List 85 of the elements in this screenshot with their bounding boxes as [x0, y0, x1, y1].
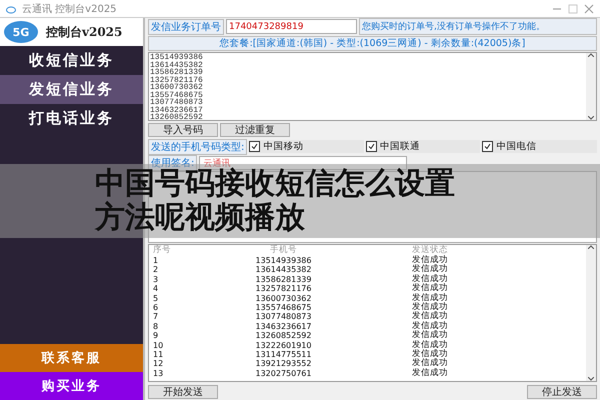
carrier-label-text: 中国联通 — [380, 140, 420, 153]
send-button[interactable]: 开始发送 — [148, 384, 218, 398]
send-button[interactable]: 停止发送 — [527, 384, 597, 398]
table-cell-text: 13614435382 — [254, 265, 312, 275]
carrier-label-text: 中国移动 — [263, 140, 304, 153]
scroll-up-icon[interactable] — [588, 53, 594, 57]
table-cell-text: 13514939386 — [254, 256, 312, 266]
table-cell-text: 5 — [152, 294, 160, 303]
phone-number: 13514939386 — [150, 54, 204, 62]
carrier-checkbox[interactable]: 中国联通 — [366, 140, 480, 153]
scroll-up-icon[interactable] — [588, 245, 594, 249]
table-cell-text: 13114775511 — [254, 350, 312, 360]
logo-badge: 5G — [4, 21, 38, 43]
table-cell-text: 发信成功 — [411, 256, 449, 265]
table-cell-text: 2 — [152, 265, 160, 275]
table-cell-text: 发信成功 — [411, 340, 449, 350]
order-input[interactable]: 1740473289819 — [226, 19, 357, 34]
table-cell-text: 发信成功 — [411, 322, 449, 331]
table-cell-text: 发信成功 — [411, 368, 449, 378]
table-cell-text: 3 — [152, 274, 160, 284]
signature-label: 使用签名: — [148, 154, 198, 170]
scroll-down-icon[interactable] — [588, 377, 594, 381]
cloud-icon — [6, 4, 16, 14]
checkbox[interactable] — [482, 141, 494, 152]
phone-number: 13463236617 — [150, 106, 204, 114]
close-icon[interactable] — [584, 4, 594, 14]
window-title: 云通讯 控制台v2025 — [22, 2, 117, 16]
scroll-down-icon[interactable] — [588, 116, 594, 120]
table-cell-text: 13222601910 — [254, 340, 312, 350]
table-cell-text: 发信成功 — [411, 350, 449, 359]
phone-number: 13600730362 — [150, 84, 204, 92]
checkbox[interactable] — [366, 141, 377, 152]
table-cell-text: 13921293552 — [254, 359, 312, 369]
order-label: 发信业务订单号 — [148, 18, 224, 34]
table-cell-text: 13463236617 — [254, 322, 312, 332]
phone-number: 13257821176 — [150, 76, 204, 84]
table-cell-text: 发信成功 — [411, 302, 449, 312]
table-cell-text: 发信成功 — [411, 265, 449, 274]
table-cell-text: 13077480873 — [254, 312, 312, 322]
table-cell-text: 发信成功 — [411, 359, 449, 368]
action-button[interactable]: 过滤重复 — [220, 123, 290, 137]
table-cell-text: 7 — [152, 312, 160, 322]
table-cell-text: 4 — [152, 284, 160, 294]
table-cell-text: 13586281339 — [254, 274, 312, 284]
table-cell-text: 13257821176 — [254, 284, 312, 294]
phone-number: 13557468675 — [150, 92, 204, 99]
order-hint: 您购买时的订单号,没有订单号操作不了功能。 — [359, 18, 597, 35]
table-cell-text: 发信成功 — [411, 294, 449, 303]
table-cell-text: 13 — [152, 368, 164, 378]
carrier-label-text: 中国电信 — [496, 140, 536, 153]
table-cell-text: 1 — [152, 256, 160, 266]
carrier-label: 发送的手机号码类型: — [148, 138, 248, 154]
table-cell-text: 13202750761 — [254, 368, 312, 378]
sidebar-item[interactable]: 收短信业务 — [0, 46, 143, 75]
package-info: 您套餐:[国家通道:(韩国) - 类型:(1069三网通) - 剩余数量:(42005)条] — [148, 36, 597, 51]
phone-number: 13614435382 — [150, 62, 204, 69]
table-cell-text: 发信成功 — [411, 284, 449, 294]
column-header: 序号 — [152, 245, 172, 256]
table-cell-text: 13557468675 — [254, 302, 312, 312]
sidebar-button[interactable]: 购买业务 — [0, 372, 143, 400]
sidebar-item[interactable]: 发短信业务 — [0, 75, 143, 104]
sidebar-button[interactable]: 联系客服 — [0, 344, 143, 372]
phone-number: 13260852592 — [150, 114, 204, 120]
table-cell-text: 6 — [152, 302, 160, 312]
carrier-checkbox[interactable]: 中国电信 — [482, 140, 598, 153]
sidebar-item[interactable]: 打电话业务 — [0, 104, 143, 133]
table-cell-text: 13600730362 — [254, 294, 312, 303]
table-cell-text: 11 — [152, 350, 164, 360]
checkbox[interactable] — [249, 141, 260, 152]
table-cell-text: 9 — [152, 331, 160, 341]
table-cell-text: 发信成功 — [411, 312, 449, 322]
table-cell-text: 发信成功 — [411, 331, 449, 340]
table-cell-text: 12 — [152, 359, 164, 369]
column-header: 手机号 — [269, 245, 298, 256]
phone-number: 13586281339 — [150, 69, 204, 76]
numbers-textarea[interactable]: 13514939386 13614435382 13586281339 13257821176 13600730362 13557468675 13077480873 13463236617 13260852592 — [148, 52, 597, 121]
column-header: 发送状态 — [411, 245, 449, 255]
action-button[interactable]: 导入号码 — [148, 123, 218, 137]
phone-number: 13077480873 — [150, 99, 204, 106]
logo-text: 控制台v2025 — [46, 24, 122, 40]
table-cell-text: 发信成功 — [411, 274, 449, 284]
table-cell-text: 8 — [152, 322, 160, 332]
table-cell-text: 10 — [152, 340, 164, 350]
carrier-checkbox[interactable]: 中国移动 — [249, 140, 364, 153]
table-cell-text: 13260852592 — [254, 331, 312, 341]
